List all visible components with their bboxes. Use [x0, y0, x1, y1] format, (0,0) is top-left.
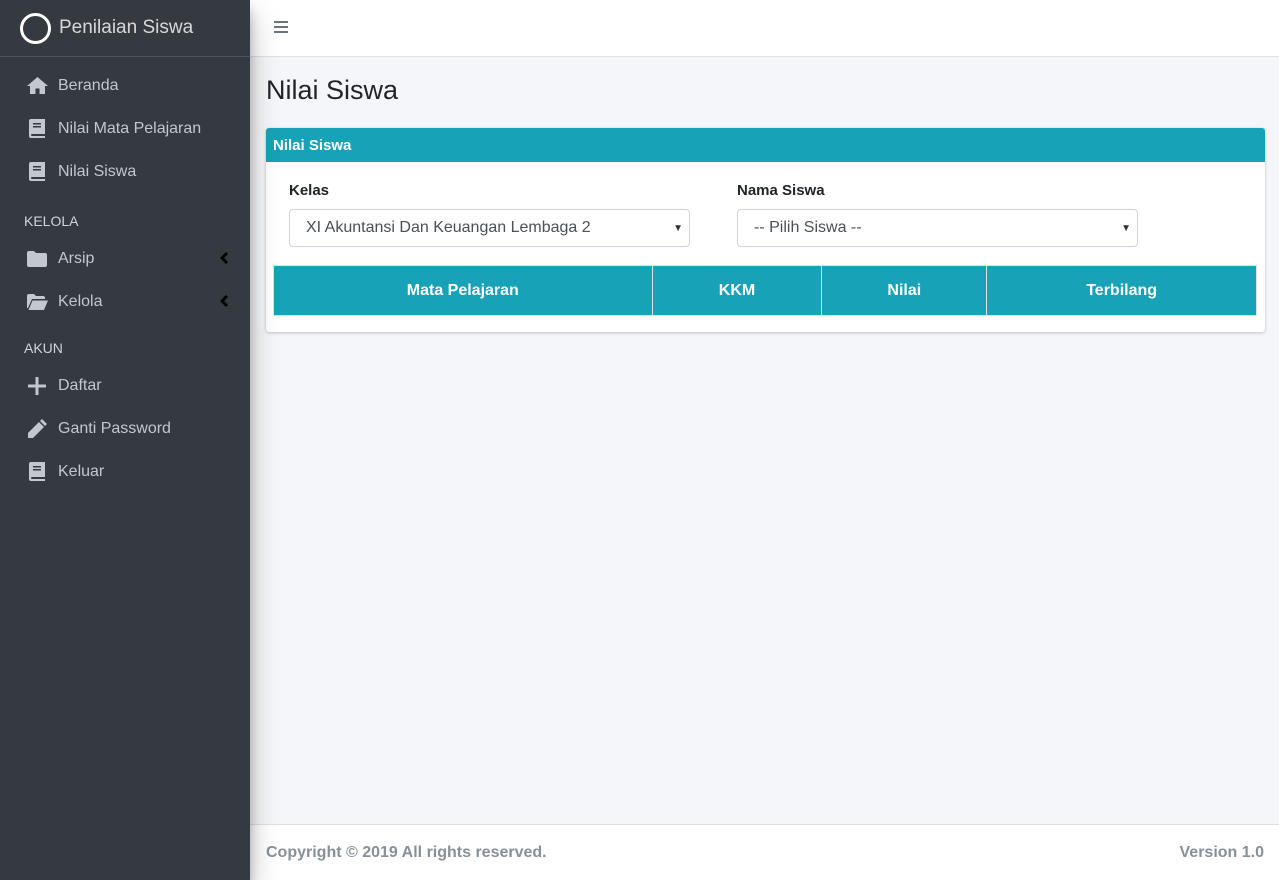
book-icon [26, 161, 48, 183]
folder-icon [26, 248, 48, 270]
chevron-left-icon [220, 251, 228, 269]
card-title: Nilai Siswa [266, 128, 1265, 162]
column-header-terbilang: Terbilang [986, 265, 1257, 316]
siswa-form-group: Nama Siswa -- Pilih Siswa -- ▼ [737, 182, 1138, 247]
sidebar-item-label: Keluar [58, 462, 105, 480]
sidebar-item-beranda[interactable]: Beranda [0, 64, 250, 107]
table-header-row: Mata Pelajaran KKM Nilai Terbilang [273, 265, 1257, 316]
sidebar-item-nilai-siswa[interactable]: Nilai Siswa [0, 150, 250, 193]
menu-toggle-icon[interactable] [274, 21, 288, 35]
sidebar-item-label: Beranda [58, 76, 119, 94]
sidebar-item-kelola[interactable]: Kelola [0, 280, 250, 323]
chevron-left-icon [220, 294, 228, 312]
brand-logo-icon [20, 12, 51, 44]
column-header-kkm: KKM [651, 265, 823, 316]
sidebar-item-label: Ganti Password [58, 419, 171, 437]
caret-down-icon: ▼ [673, 223, 683, 234]
kelas-form-group: Kelas XI Akuntansi Dan Keuangan Lembaga … [289, 182, 690, 247]
main-content: Nilai Siswa Nilai Siswa Kelas XI Akuntan… [250, 57, 1279, 824]
sidebar-item-keluar[interactable]: Keluar [0, 450, 250, 493]
kelas-label: Kelas [289, 182, 330, 199]
pencil-icon [26, 418, 48, 440]
nilai-table: Mata Pelajaran KKM Nilai Terbilang [273, 265, 1257, 316]
column-header-nilai: Nilai [821, 265, 988, 316]
caret-down-icon: ▼ [1121, 223, 1131, 234]
brand-link[interactable]: Penilaian Siswa [0, 0, 250, 57]
siswa-select[interactable]: -- Pilih Siswa -- ▼ [737, 209, 1138, 247]
sidebar-item-label: Nilai Mata Pelajaran [58, 119, 202, 137]
nav-header-akun: AKUN [24, 340, 63, 356]
page-title: Nilai Siswa [266, 75, 399, 105]
folder-open-icon [26, 291, 48, 313]
sidebar-nav: Beranda Nilai Mata Pelajaran Nilai Siswa… [0, 57, 250, 493]
home-icon [26, 75, 48, 97]
sidebar-item-label: Kelola [58, 292, 103, 310]
kelas-select-value: XI Akuntansi Dan Keuangan Lembaga 2 [306, 219, 591, 236]
plus-icon [26, 375, 48, 397]
footer: Copyright © 2019 All rights reserved. Ve… [250, 824, 1279, 880]
siswa-label: Nama Siswa [737, 182, 825, 199]
sidebar-item-ganti-password[interactable]: Ganti Password [0, 407, 250, 450]
book-icon [26, 118, 48, 140]
column-header-mata-pelajaran: Mata Pelajaran [273, 265, 653, 316]
nav-header-kelola: KELOLA [24, 213, 79, 229]
sidebar-item-label: Nilai Siswa [58, 162, 137, 180]
version-text: Version 1.0 [1179, 843, 1265, 861]
sidebar: Penilaian Siswa Beranda Nilai Mata Pelaj… [0, 0, 250, 880]
sidebar-item-label: Arsip [58, 249, 95, 267]
kelas-select[interactable]: XI Akuntansi Dan Keuangan Lembaga 2 ▼ [289, 209, 690, 247]
top-navbar [250, 0, 1279, 57]
sidebar-item-label: Daftar [58, 376, 102, 394]
sidebar-item-arsip[interactable]: Arsip [0, 237, 250, 280]
copyright-text: Copyright © 2019 All rights reserved. [266, 843, 547, 861]
brand-title: Penilaian Siswa [59, 17, 194, 38]
sidebar-item-daftar[interactable]: Daftar [0, 364, 250, 407]
book-icon [26, 461, 48, 483]
siswa-select-value: -- Pilih Siswa -- [754, 219, 862, 236]
sidebar-item-nilai-mata-pelajaran[interactable]: Nilai Mata Pelajaran [0, 107, 250, 150]
nilai-siswa-card: Nilai Siswa Kelas XI Akuntansi Dan Keuan… [266, 128, 1265, 332]
